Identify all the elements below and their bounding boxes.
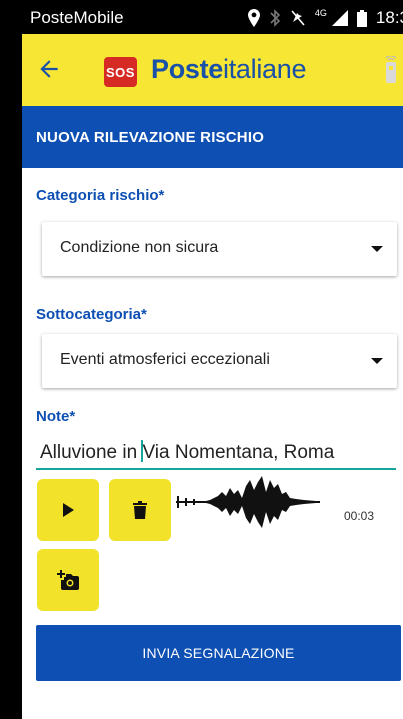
- sos-label: SOS: [106, 64, 135, 80]
- chevron-down-icon: [371, 246, 383, 252]
- mute-icon: [291, 10, 305, 26]
- app-screen: PosteMobile 4G 18:3 SOS: [22, 0, 403, 719]
- status-bar: PosteMobile 4G 18:3: [22, 0, 403, 34]
- subcategory-label: Sottocategoria*: [36, 306, 147, 323]
- back-arrow-icon[interactable]: [36, 56, 62, 82]
- category-label: Categoria rischio*: [36, 187, 165, 204]
- sos-icon[interactable]: SOS: [104, 57, 137, 87]
- location-icon: [247, 9, 260, 27]
- subcategory-dropdown[interactable]: Eventi atmosferici eccezionali: [42, 334, 397, 388]
- audio-waveform: [176, 476, 320, 528]
- carrier-name: PosteMobile: [30, 8, 124, 27]
- category-value: Condizione non sicura: [60, 239, 219, 256]
- app-bar: SOS Posteitaliane: [22, 34, 403, 106]
- trash-icon: [133, 501, 147, 519]
- beacon-icon[interactable]: [385, 56, 397, 84]
- submit-label: INVIA SEGNALAZIONE: [142, 645, 295, 661]
- bluetooth-icon: [270, 9, 281, 27]
- recording-duration: 00:03: [344, 509, 375, 523]
- delete-recording-button[interactable]: [109, 479, 171, 541]
- note-text-part1: Alluvione in: [40, 442, 143, 463]
- signal-icon: [331, 10, 348, 26]
- brand-logo: Posteitaliane: [151, 54, 307, 85]
- note-label: Note*: [36, 408, 76, 425]
- status-icons: 4G 18:3: [247, 8, 403, 28]
- category-dropdown[interactable]: Condizione non sicura: [42, 222, 397, 276]
- clock: 18:3: [375, 8, 403, 27]
- brand-bold: Poste: [151, 54, 224, 84]
- page-title-bar: NUOVA RILEVAZIONE RISCHIO: [22, 106, 403, 168]
- add-photo-button[interactable]: [37, 549, 99, 611]
- subcategory-value: Eventi atmosferici eccezionali: [60, 351, 270, 368]
- note-input[interactable]: Alluvione in Via Nomentana, Roma: [36, 436, 396, 470]
- note-text: Alluvione in Via Nomentana, Roma: [40, 440, 334, 464]
- brand-regular: italiane: [223, 54, 307, 84]
- battery-icon: [356, 9, 367, 27]
- play-button[interactable]: [37, 479, 99, 541]
- chevron-down-icon: [371, 358, 383, 364]
- submit-report-button[interactable]: INVIA SEGNALAZIONE: [36, 625, 401, 681]
- add-photo-icon: [57, 570, 79, 590]
- play-icon: [63, 503, 74, 517]
- note-text-part2: Via Nomentana, Roma: [142, 442, 335, 463]
- page-title: NUOVA RILEVAZIONE RISCHIO: [36, 129, 265, 146]
- network-label: 4G: [314, 8, 327, 18]
